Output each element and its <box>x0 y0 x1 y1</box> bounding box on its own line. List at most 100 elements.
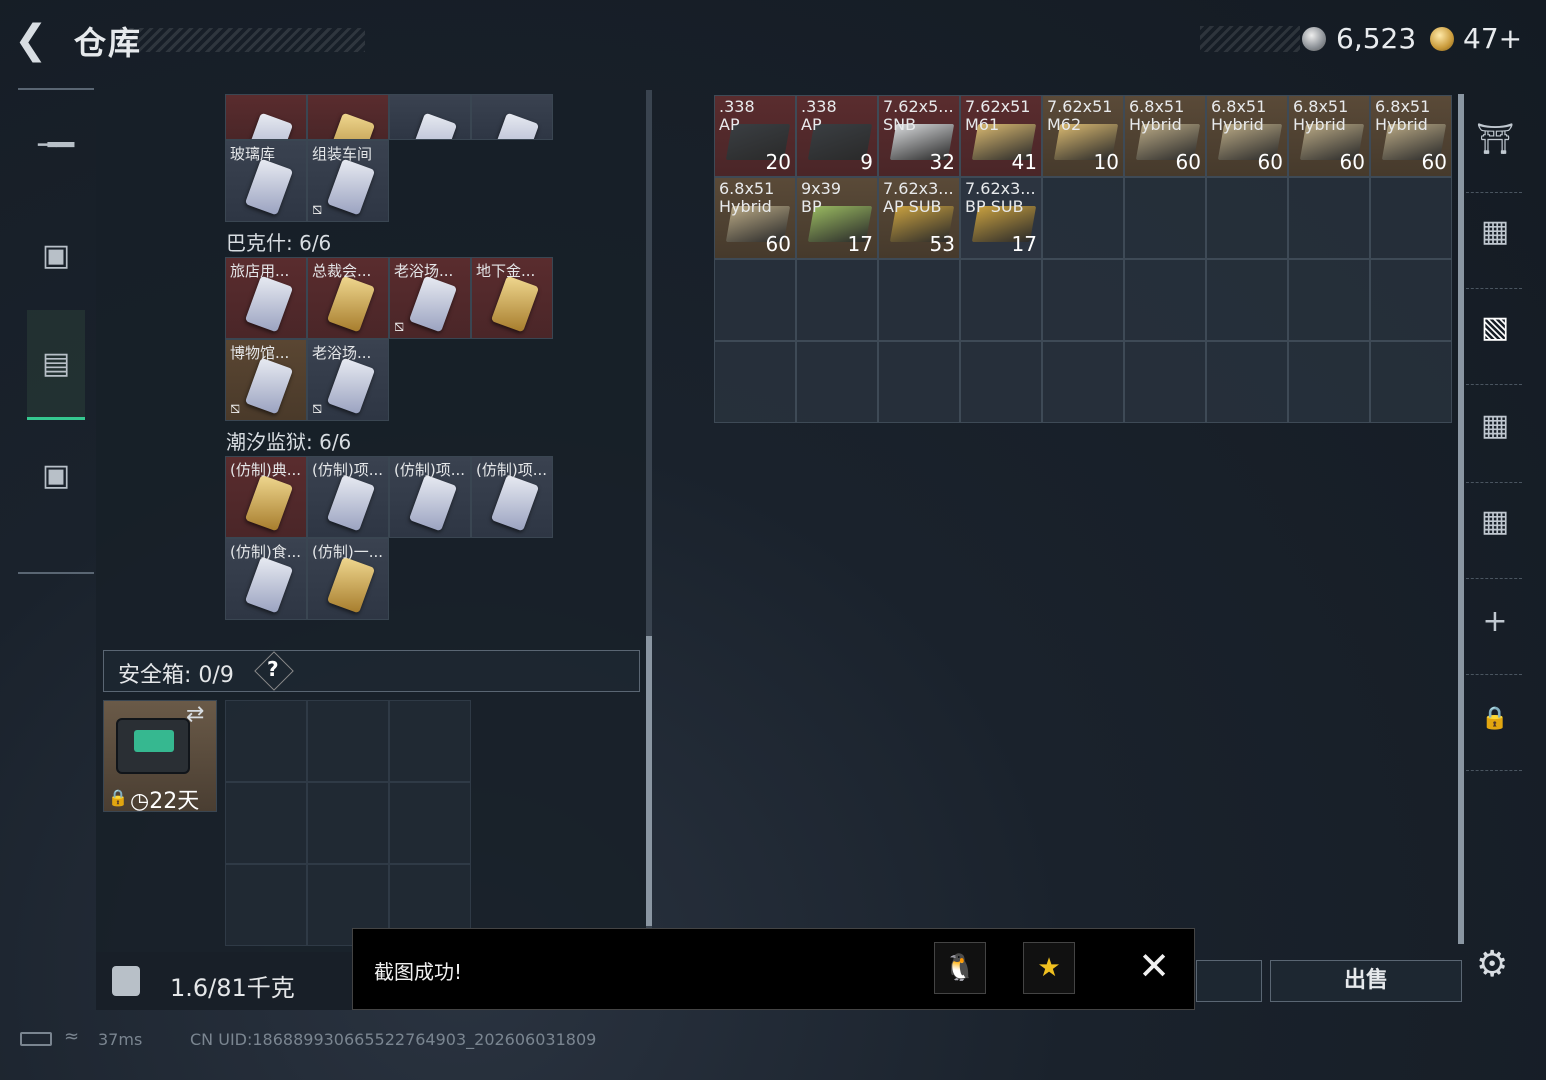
ammo-quantity: 41 <box>1011 150 1037 174</box>
key-card-slot[interactable]: 博物馆... ⧅ <box>225 339 307 421</box>
empty-slot[interactable] <box>878 259 960 341</box>
ammo-name: 7.62x3... BP SUB <box>965 179 1036 216</box>
empty-slot[interactable] <box>1124 259 1206 341</box>
key-card-slot[interactable]: 老浴场... ⧅ <box>389 257 471 339</box>
helmet-icon[interactable]: ⛩ <box>1472 122 1518 172</box>
nav-backpack-icon[interactable]: ▣ <box>18 200 94 310</box>
storage-active-icon[interactable]: ▧ <box>1472 310 1518 360</box>
sell-button[interactable]: 出售 <box>1270 960 1462 1002</box>
ammo-name: 6.8x51 Hybrid <box>1293 97 1349 134</box>
ammo-slot[interactable]: 6.8x51 Hybrid 60 <box>1206 95 1288 177</box>
empty-slot[interactable] <box>796 259 878 341</box>
key-card-slot[interactable] <box>471 94 553 140</box>
qzone-share-icon[interactable]: ★ <box>1023 942 1075 994</box>
key-card-slot[interactable]: 玻璃库 <box>225 140 307 222</box>
empty-slot[interactable] <box>714 259 796 341</box>
ammo-name: 7.62x51 M62 <box>1047 97 1113 134</box>
ammo-slot[interactable]: 6.8x51 Hybrid 60 <box>1288 95 1370 177</box>
add-icon[interactable]: + <box>1472 604 1518 654</box>
nav-storage-icon[interactable]: ▤ <box>27 310 85 420</box>
ammo-name: 7.62x3... AP SUB <box>883 179 954 216</box>
ammo-slot[interactable]: 7.62x3... BP SUB 17 <box>960 177 1042 259</box>
ammo-slot[interactable]: 7.62x51 M61 41 <box>960 95 1042 177</box>
key-card-slot[interactable] <box>307 94 389 140</box>
empty-slot[interactable] <box>714 341 796 423</box>
ammo-slot[interactable]: .338 AP 20 <box>714 95 796 177</box>
empty-slot[interactable] <box>878 341 960 423</box>
empty-slot[interactable] <box>1042 177 1124 259</box>
nav-toolbox-icon[interactable]: ▣ <box>18 420 94 530</box>
safe-box-slot[interactable] <box>225 864 307 946</box>
empty-slot[interactable] <box>1206 177 1288 259</box>
key-card-slot[interactable]: (仿制)食... <box>225 538 307 620</box>
storage-3-icon[interactable]: ▦ <box>1472 408 1518 458</box>
empty-slot[interactable] <box>960 259 1042 341</box>
key-card-slot[interactable]: (仿制)一... <box>307 538 389 620</box>
currency-gold-amount[interactable]: 47+ <box>1463 22 1522 55</box>
key-card-slot[interactable]: 总裁会... <box>307 257 389 339</box>
action-button[interactable] <box>1196 960 1262 1002</box>
lock-icon[interactable]: 🔒 <box>1472 706 1518 756</box>
close-icon[interactable]: ✕ <box>1134 944 1174 992</box>
empty-slot[interactable] <box>1124 177 1206 259</box>
empty-slot[interactable] <box>1124 341 1206 423</box>
silver-coin-icon <box>1302 27 1326 51</box>
safe-box-slot[interactable] <box>307 782 389 864</box>
ammo-slot[interactable]: 6.8x51 Hybrid 60 <box>714 177 796 259</box>
empty-slot[interactable] <box>1288 341 1370 423</box>
empty-slot[interactable] <box>1370 259 1452 341</box>
help-icon[interactable]: ? <box>267 657 279 681</box>
key-card-slot[interactable]: (仿制)项... <box>389 456 471 538</box>
empty-slot[interactable] <box>960 341 1042 423</box>
key-card-slot[interactable] <box>225 94 307 140</box>
empty-slot[interactable] <box>1288 259 1370 341</box>
key-card-slot[interactable]: (仿制)项... <box>471 456 553 538</box>
key-card-slot[interactable]: (仿制)典... <box>225 456 307 538</box>
key-card-slot[interactable]: (仿制)项... <box>307 456 389 538</box>
storage-2-icon[interactable]: ▦ <box>1472 214 1518 264</box>
ammo-slot[interactable]: .338 AP 9 <box>796 95 878 177</box>
key-card-slot[interactable]: 老浴场... ⧅ <box>307 339 389 421</box>
safe-box-slot[interactable] <box>225 782 307 864</box>
gear-icon[interactable]: ⚙ <box>1476 944 1508 985</box>
nav-weapon-icon[interactable]: ╼━ <box>18 90 94 200</box>
empty-slot[interactable] <box>1370 177 1452 259</box>
ammo-slot[interactable]: 7.62x5... SNB 32 <box>878 95 960 177</box>
key-card-icon <box>326 474 376 532</box>
ammo-slot[interactable]: 6.8x51 Hybrid 60 <box>1124 95 1206 177</box>
storage-4-icon[interactable]: ▦ <box>1472 504 1518 554</box>
key-card-slot[interactable] <box>389 94 471 140</box>
safe-box-slot[interactable] <box>389 700 471 782</box>
empty-slot[interactable] <box>1042 259 1124 341</box>
lock-icon: 🔒 <box>108 788 128 807</box>
back-icon[interactable]: ❮ <box>14 18 58 62</box>
key-card-slot[interactable]: 地下金... <box>471 257 553 339</box>
safe-box-slot[interactable] <box>307 700 389 782</box>
key-card-icon <box>490 112 540 139</box>
safe-box-slot[interactable] <box>225 700 307 782</box>
currency-silver-amount: 6,523 <box>1336 22 1417 55</box>
ammo-quantity: 17 <box>1011 232 1037 256</box>
ammo-slot[interactable]: 7.62x3... AP SUB 53 <box>878 177 960 259</box>
empty-slot[interactable] <box>796 341 878 423</box>
ammo-slot[interactable]: 7.62x51 M62 10 <box>1042 95 1124 177</box>
empty-slot[interactable] <box>1206 341 1288 423</box>
ammo-quantity: 53 <box>929 232 955 256</box>
ammo-slot[interactable]: 6.8x51 Hybrid 60 <box>1370 95 1452 177</box>
key-card-slot[interactable]: 组装车间 ⧅ <box>307 140 389 222</box>
left-scrollbar-thumb[interactable] <box>646 636 652 926</box>
right-scrollbar[interactable] <box>1458 94 1464 944</box>
ammo-quantity: 60 <box>765 232 791 256</box>
key-card-label: 老浴场... <box>394 262 454 280</box>
qq-share-icon[interactable]: 🐧 <box>934 942 986 994</box>
empty-slot[interactable] <box>1206 259 1288 341</box>
ammo-name: 9x39 BP <box>801 179 842 216</box>
divider <box>1466 482 1522 483</box>
safe-box-slot[interactable] <box>389 782 471 864</box>
empty-slot[interactable] <box>1042 341 1124 423</box>
ammo-slot[interactable]: 9x39 BP 17 <box>796 177 878 259</box>
key-card-slot[interactable]: 旅店用... <box>225 257 307 339</box>
empty-slot[interactable] <box>1370 341 1452 423</box>
swap-icon[interactable]: ⇄ <box>186 702 204 727</box>
empty-slot[interactable] <box>1288 177 1370 259</box>
